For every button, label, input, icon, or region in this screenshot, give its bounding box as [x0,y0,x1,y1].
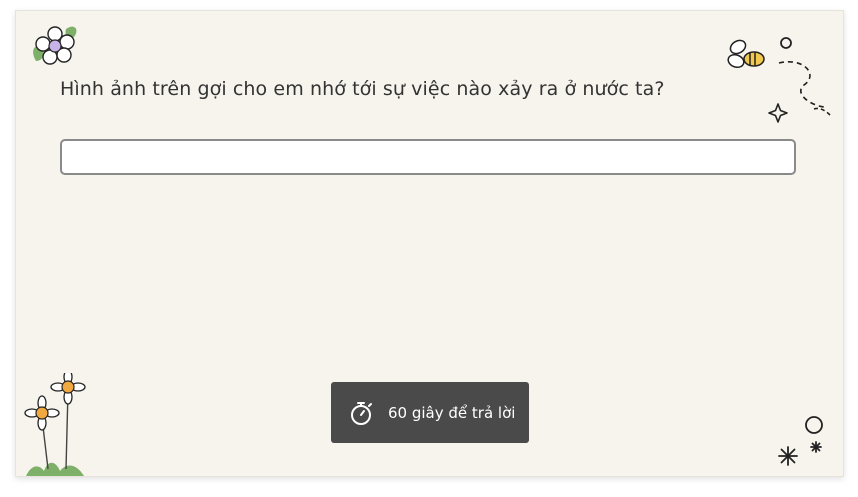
star-icon [768,103,788,123]
timer-badge: 60 giây để trả lời [331,382,529,443]
question-card: Hình ảnh trên gợi cho em nhớ tới sự việc… [15,10,844,477]
flower-icon [33,26,77,65]
daisy-icon [24,373,86,476]
stopwatch-icon [351,401,372,425]
timer-label: 60 giây để trả lời [388,403,516,422]
answer-input[interactable] [60,139,796,175]
question-text: Hình ảnh trên gợi cho em nhớ tới sự việc… [60,78,665,100]
sparkle-icon [778,416,823,466]
